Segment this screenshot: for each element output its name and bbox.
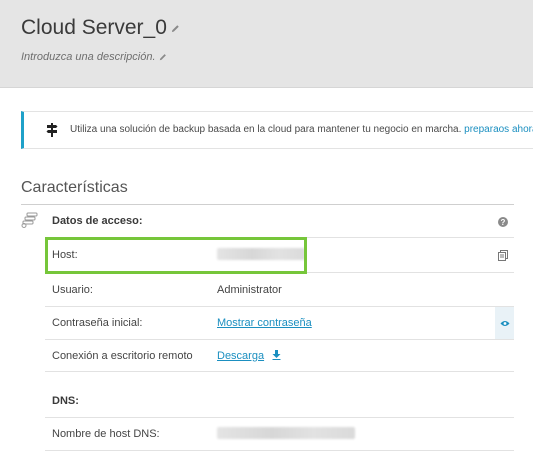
server-title: Cloud Server_0 bbox=[21, 16, 180, 40]
access-data-row: Datos de acceso: ? bbox=[45, 205, 514, 238]
banner-message: Utiliza una solución de backup basada en… bbox=[70, 124, 533, 135]
password-row: Contraseña inicial: Mostrar contraseña bbox=[45, 307, 514, 340]
remote-desktop-value: Descarga bbox=[217, 349, 281, 362]
show-password-link[interactable]: Mostrar contraseña bbox=[217, 317, 312, 329]
dns-hostname-value-redacted bbox=[217, 426, 355, 442]
svg-text:?: ? bbox=[501, 218, 506, 227]
dns-heading: DNS: bbox=[52, 394, 79, 407]
password-label: Contraseña inicial: bbox=[52, 317, 143, 329]
banner-link[interactable]: preparaos ahora bbox=[464, 124, 533, 135]
banner-text: Utiliza una solución de backup basada en… bbox=[70, 124, 462, 135]
dns-hostname-row: Nombre de host DNS: bbox=[45, 418, 514, 451]
server-description-text[interactable]: Introduzca una descripción. bbox=[21, 51, 156, 63]
server-title-text: Cloud Server_0 bbox=[21, 16, 167, 39]
copy-icon[interactable] bbox=[498, 250, 508, 261]
server-description: Introduzca una descripción. bbox=[21, 51, 167, 63]
remote-desktop-label: Conexión a escritorio remoto bbox=[52, 349, 193, 362]
show-password-eye-button[interactable] bbox=[495, 307, 514, 339]
server-header: Cloud Server_0 Introduzca una descripció… bbox=[0, 0, 533, 88]
backup-info-banner: Utiliza una solución de backup basada en… bbox=[21, 111, 533, 149]
edit-description-pencil-icon[interactable] bbox=[159, 53, 167, 61]
signpost-icon bbox=[46, 123, 58, 137]
eye-icon bbox=[500, 320, 509, 326]
dns-heading-row: DNS: bbox=[45, 384, 514, 418]
dns-hostname-label: Nombre de host DNS: bbox=[52, 428, 160, 440]
user-value: Administrator bbox=[217, 283, 282, 296]
download-icon[interactable] bbox=[272, 349, 281, 360]
help-icon[interactable]: ? bbox=[498, 217, 508, 227]
host-highlight-box bbox=[45, 237, 307, 274]
user-row: Usuario: Administrator bbox=[45, 273, 514, 307]
section-title: Características bbox=[21, 179, 128, 196]
user-label: Usuario: bbox=[52, 283, 93, 296]
edit-title-pencil-icon[interactable] bbox=[171, 24, 180, 33]
download-rdp-link[interactable]: Descarga bbox=[217, 350, 264, 362]
server-stack-icon bbox=[21, 212, 38, 228]
remote-desktop-row: Conexión a escritorio remoto Descarga bbox=[45, 340, 514, 372]
access-data-heading: Datos de acceso: bbox=[52, 215, 143, 227]
